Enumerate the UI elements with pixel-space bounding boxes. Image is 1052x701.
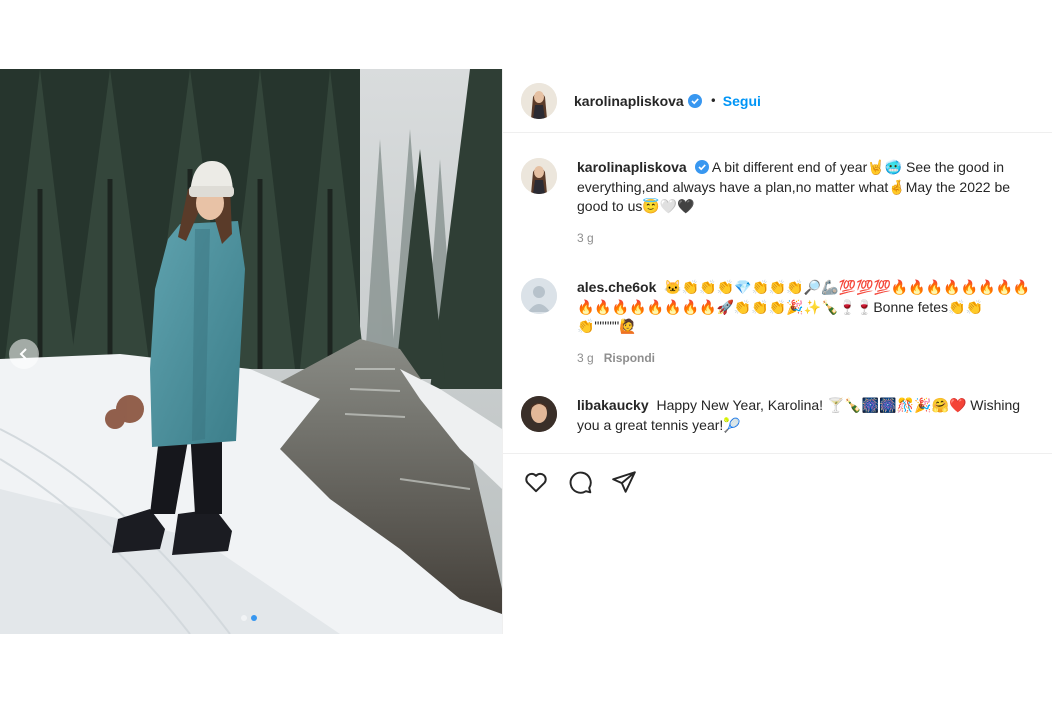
share-button[interactable] — [609, 467, 639, 497]
comment-username[interactable]: ales.che6ok — [577, 279, 656, 295]
reply-button[interactable]: Rispondi — [604, 351, 655, 365]
comment-text: libakaucky Happy New Year, Karolina! 🍸🍾🎆… — [577, 396, 1041, 435]
avatar[interactable] — [521, 396, 557, 432]
comment-icon — [569, 471, 592, 494]
comment-meta: 3 g Rispondi — [577, 351, 1041, 365]
caption-meta: 3 g — [577, 231, 1041, 245]
comment-username[interactable]: libakaucky — [577, 397, 649, 413]
instagram-post: karolinapliskova • Segui karolinapliskov… — [0, 69, 1052, 634]
post-header: karolinapliskova • Segui — [503, 69, 1052, 133]
default-avatar-icon — [521, 278, 557, 314]
caption: karolinapliskova A bit different end of … — [521, 158, 1041, 245]
comment-time[interactable]: 3 g — [577, 351, 594, 365]
chevron-left-icon — [19, 348, 27, 360]
avatar[interactable] — [521, 278, 557, 314]
caption-username[interactable]: karolinapliskova — [577, 159, 687, 175]
verified-badge-icon — [687, 93, 702, 108]
action-bar — [503, 453, 1052, 509]
post-photo[interactable] — [0, 69, 502, 634]
follow-button[interactable]: Segui — [723, 93, 761, 109]
comment: ales.che6ok 🐱👏👏👏💎👏👏👏🔎🦾💯💯💯🔥🔥🔥🔥🔥🔥🔥🔥🔥🔥🔥🔥🔥🔥🔥… — [521, 278, 1041, 365]
heart-icon — [525, 472, 547, 492]
carousel-dot[interactable] — [241, 615, 247, 621]
avatar[interactable] — [521, 82, 557, 119]
separator-dot: • — [709, 93, 717, 108]
author-username[interactable]: karolinapliskova — [574, 93, 684, 109]
share-icon — [612, 470, 636, 493]
comment-text: ales.che6ok 🐱👏👏👏💎👏👏👏🔎🦾💯💯💯🔥🔥🔥🔥🔥🔥🔥🔥🔥🔥🔥🔥🔥🔥🔥… — [577, 278, 1041, 337]
caption-time[interactable]: 3 g — [577, 231, 594, 245]
carousel-indicator — [241, 615, 257, 621]
carousel-dot-active[interactable] — [251, 615, 257, 621]
like-button[interactable] — [521, 467, 551, 497]
comment-button[interactable] — [565, 467, 595, 497]
verified-badge-icon — [694, 160, 709, 174]
previous-slide-button[interactable] — [9, 339, 39, 369]
winter-forest-photo — [0, 69, 502, 634]
comment: libakaucky Happy New Year, Karolina! 🍸🍾🎆… — [521, 396, 1041, 435]
post-side-panel: karolinapliskova • Segui karolinapliskov… — [502, 69, 1052, 634]
caption-text: karolinapliskova A bit different end of … — [577, 158, 1041, 217]
avatar[interactable] — [521, 158, 557, 194]
